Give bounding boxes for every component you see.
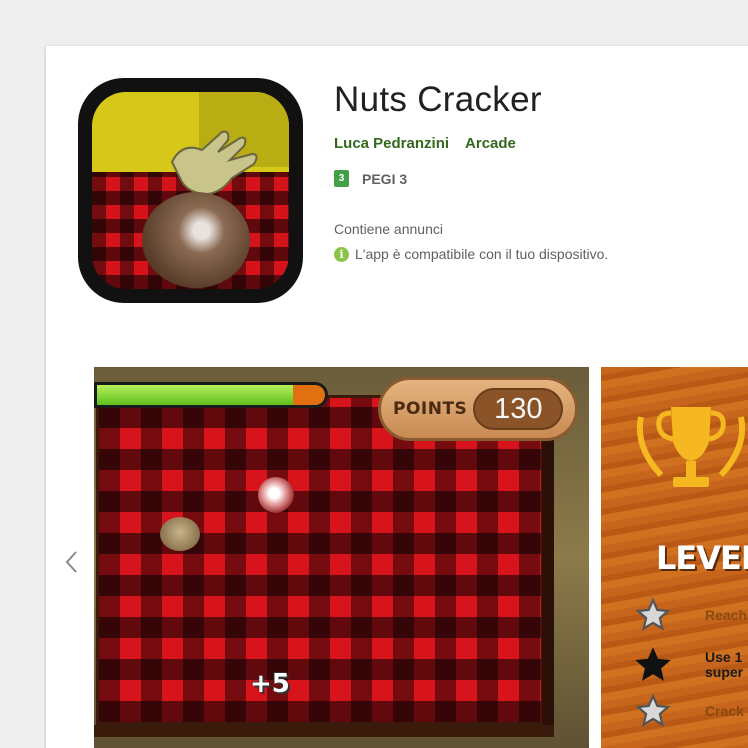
star-empty-icon [635, 597, 671, 631]
goal-item: Crack [635, 693, 744, 729]
app-icon [78, 78, 303, 303]
gallery-prev-button[interactable] [56, 542, 86, 582]
goal-text: Reach [705, 606, 748, 623]
goal-item: Use 1 super [635, 647, 743, 683]
goal-text: Use 1 super [705, 649, 744, 680]
nut-graphic [142, 192, 250, 288]
checkered-board [96, 395, 544, 725]
star-filled-icon [635, 647, 671, 681]
info-icon: i [334, 246, 349, 262]
developer-link[interactable]: Luca Pedranzini [334, 135, 449, 152]
nut-graphic [160, 517, 200, 551]
level-title: LEVEL 3 [656, 539, 748, 577]
pegi-badge-icon: 3 [334, 170, 349, 187]
app-title: Nuts Cracker [334, 80, 542, 119]
points-label: POINTS [393, 399, 468, 419]
category-link[interactable]: Arcade [465, 135, 516, 152]
trophy-icon [636, 407, 746, 487]
points-panel: POINTS 130 [378, 377, 578, 441]
goal-item: Reach [635, 597, 747, 633]
screenshot-level[interactable]: LEVEL 3 Reach Use 1 super Crack [601, 367, 748, 748]
bonus-text: +5 [250, 669, 290, 699]
screenshot-gameplay[interactable]: POINTS 130 +5 [94, 367, 589, 748]
developer-row: Luca Pedranzini Arcade [334, 135, 516, 152]
goal-text: Crack [705, 702, 744, 719]
chevron-left-icon [65, 551, 77, 573]
content-rating[interactable]: 3 PEGI 3 [334, 170, 407, 187]
star-empty-icon [635, 693, 671, 727]
compatibility-notice: i L'app è compatibile con il tuo disposi… [334, 246, 608, 262]
compatibility-text: L'app è compatibile con il tuo dispositi… [355, 246, 609, 262]
ball-graphic [258, 477, 294, 513]
health-bar [94, 382, 328, 408]
ads-notice: Contiene annunci [334, 221, 443, 237]
content-rating-label: PEGI 3 [362, 170, 408, 187]
points-value: 130 [473, 388, 564, 430]
